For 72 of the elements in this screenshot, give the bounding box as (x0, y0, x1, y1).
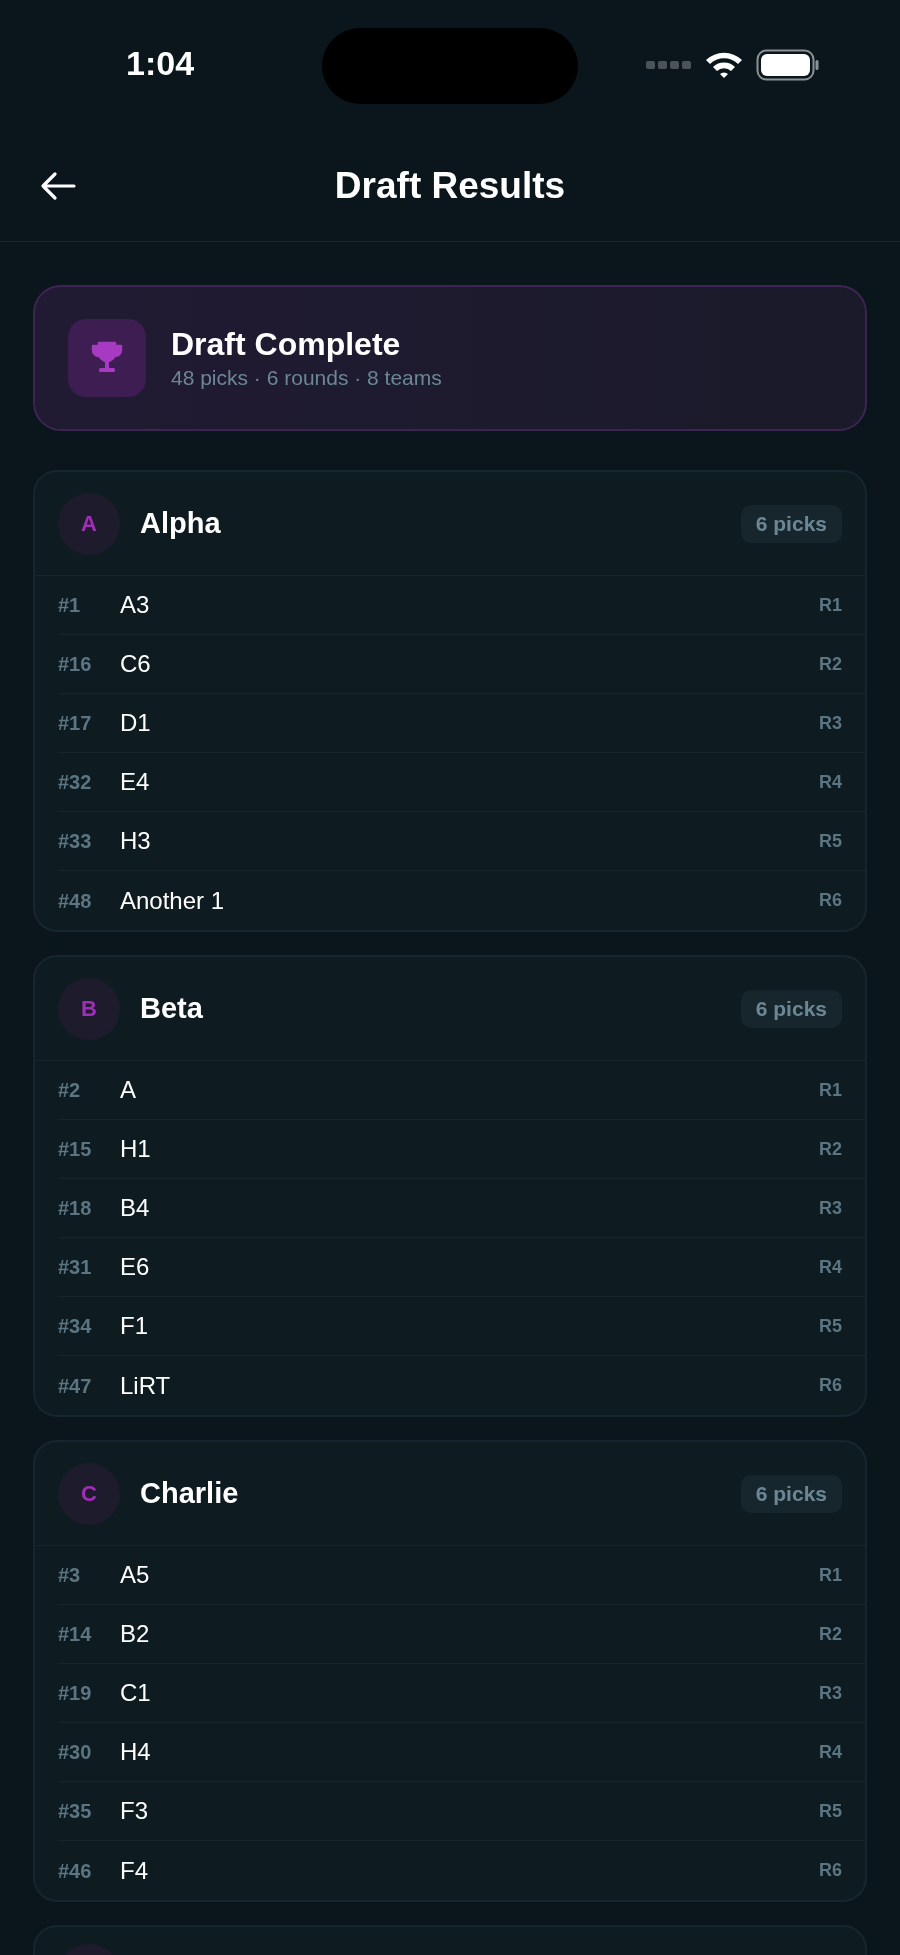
round-label: R2 (819, 1622, 842, 1646)
pick-number: #31 (58, 1255, 93, 1280)
pick-number: #2 (58, 1078, 82, 1103)
player-name: F4 (120, 1855, 149, 1886)
player-name: H1 (120, 1134, 152, 1164)
player-name: H3 (120, 826, 152, 856)
player-name: F3 (120, 1796, 149, 1826)
player-name: A5 (120, 1560, 151, 1590)
back-arrow-icon (40, 171, 76, 201)
player-name: F1 (120, 1311, 149, 1341)
round-label: R5 (819, 829, 842, 853)
pick-number: #14 (58, 1622, 93, 1647)
player-name: H4 (120, 1737, 152, 1767)
pick-number: #15 (58, 1137, 93, 1162)
page-title: Draft Results (334, 163, 566, 208)
team-name: Alpha (140, 505, 222, 541)
team-name: Charlie (140, 1475, 240, 1511)
team-name: Beta (140, 990, 204, 1026)
summary-title: Draft Complete (171, 325, 402, 364)
round-label: R3 (819, 1196, 842, 1220)
player-name: E6 (120, 1252, 151, 1282)
pick-number: #34 (58, 1314, 93, 1339)
player-name: C1 (120, 1678, 152, 1708)
round-label: R1 (819, 1563, 842, 1587)
round-label: R5 (819, 1314, 842, 1338)
team-avatar: B (58, 977, 120, 1040)
player-name: B2 (120, 1619, 151, 1649)
signal-icon (646, 60, 692, 70)
wifi-icon (704, 50, 744, 80)
battery-icon (756, 49, 820, 81)
player-name: LiRT (120, 1370, 172, 1401)
pick-number: #30 (58, 1740, 93, 1765)
team-avatar: A (58, 492, 120, 555)
team-avatar: C (58, 1462, 120, 1525)
picks-badge: 6 picks (740, 989, 842, 1028)
round-label: R3 (819, 1681, 842, 1705)
picks-badge: 6 picks (740, 504, 842, 543)
player-name: E4 (120, 767, 151, 797)
round-label: R6 (819, 1374, 842, 1397)
pick-number: #47 (58, 1373, 93, 1399)
pick-number: #17 (58, 711, 93, 736)
pick-number: #16 (58, 652, 93, 677)
round-label: R6 (819, 889, 842, 912)
pick-number: #1 (58, 593, 82, 618)
pick-number: #32 (58, 770, 93, 795)
status-time: 1:04 (126, 42, 195, 84)
pick-number: #3 (58, 1563, 82, 1588)
pick-number: #35 (58, 1799, 93, 1824)
picks-badge: 6 picks (740, 1474, 842, 1513)
round-label: R4 (819, 770, 842, 794)
pick-number: #33 (58, 829, 93, 854)
pick-number: #46 (58, 1858, 93, 1884)
player-name: A3 (120, 590, 151, 620)
round-label: R4 (819, 1740, 842, 1764)
player-name: A (120, 1075, 137, 1105)
round-label: R1 (819, 593, 842, 617)
trophy-icon (90, 341, 124, 375)
pick-number: #19 (58, 1681, 93, 1706)
round-label: R3 (819, 711, 842, 735)
player-name: D1 (120, 708, 152, 738)
round-label: R2 (819, 652, 842, 676)
round-label: R6 (819, 1859, 842, 1882)
pick-number: #18 (58, 1196, 93, 1221)
round-label: R4 (819, 1255, 842, 1279)
round-label: R5 (819, 1799, 842, 1823)
pick-number: #48 (58, 888, 93, 914)
player-name: B4 (120, 1193, 151, 1223)
round-label: R2 (819, 1137, 842, 1161)
player-name: C6 (120, 649, 152, 679)
player-name: Another 1 (120, 885, 226, 916)
round-label: R1 (819, 1078, 842, 1102)
summary-subtitle: 48 picks · 6 rounds · 8 teams (171, 365, 442, 391)
